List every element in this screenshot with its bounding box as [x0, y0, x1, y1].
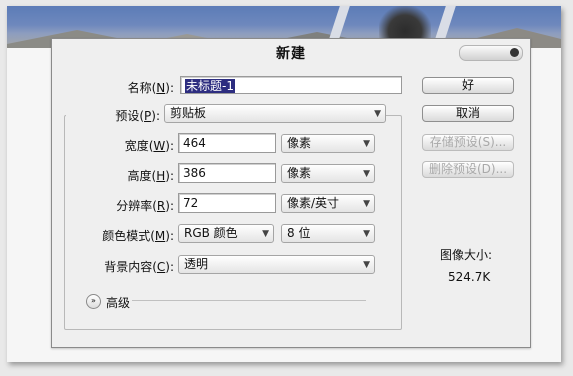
preset-label: 预设(P):: [66, 107, 164, 124]
save-preset-button: 存储预设(S)...: [422, 134, 514, 151]
color-mode-select[interactable]: RGB 颜色 ▼: [178, 224, 274, 243]
advanced-label[interactable]: 高级: [106, 294, 130, 311]
chevron-down-icon: ▼: [363, 229, 370, 239]
chevron-down-icon: ▼: [374, 109, 381, 119]
width-label: 宽度(W):: [124, 139, 174, 153]
chevron-down-icon: ▼: [363, 169, 370, 179]
chevron-down-icon: ▼: [363, 199, 370, 209]
name-label: 名称(N):: [127, 81, 174, 95]
background-contents-select[interactable]: 透明 ▼: [178, 255, 375, 274]
bit-depth-select[interactable]: 8 位 ▼: [281, 224, 375, 243]
cancel-button[interactable]: 取消: [422, 105, 514, 122]
height-field[interactable]: 386: [178, 163, 276, 183]
color-mode-label: 颜色模式(M):: [102, 229, 174, 243]
resolution-unit-select[interactable]: 像素/英寸 ▼: [281, 194, 375, 213]
background-contents-label: 背景内容(C):: [104, 260, 174, 274]
ok-button[interactable]: 好: [422, 77, 514, 94]
chevron-down-icon: ▼: [363, 260, 370, 270]
delete-preset-button: 删除预设(D)...: [422, 161, 514, 178]
resolution-field[interactable]: 72: [178, 193, 276, 213]
image-size-label: 图像大小:: [440, 248, 493, 262]
window-control-icon[interactable]: [459, 45, 523, 61]
chevron-down-icon: ▼: [262, 229, 269, 239]
double-chevron-down-icon[interactable]: »: [86, 294, 101, 309]
preset-select[interactable]: 剪贴板 ▼: [164, 104, 386, 123]
height-unit-select[interactable]: 像素 ▼: [281, 164, 375, 183]
advanced-divider: [132, 300, 366, 301]
width-field[interactable]: 464: [178, 133, 276, 153]
width-unit-select[interactable]: 像素 ▼: [281, 134, 375, 153]
resolution-label: 分辨率(R):: [116, 199, 174, 213]
name-field[interactable]: 未标题-1: [180, 76, 402, 94]
chevron-down-icon: ▼: [363, 139, 370, 149]
new-document-dialog: 新建 名称(N): 未标题-1 预设(P): 剪贴板 ▼ 宽度(W): 464 像…: [51, 38, 531, 348]
height-label: 高度(H):: [127, 169, 174, 183]
image-size-value: 524.7K: [448, 270, 491, 284]
